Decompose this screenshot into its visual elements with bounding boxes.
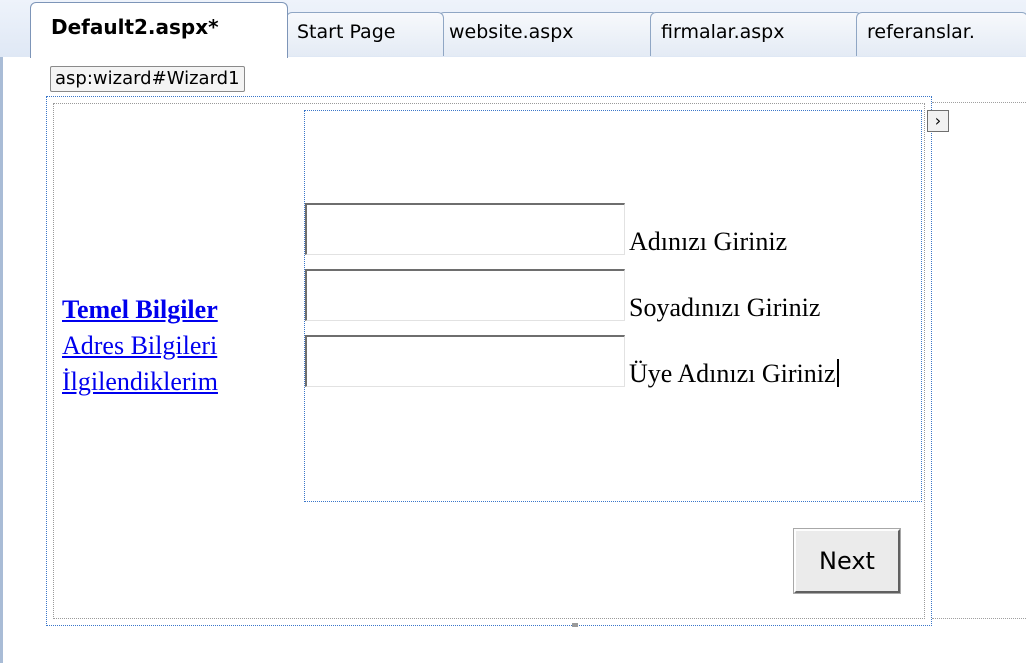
sidebar-link-ilgilendiklerim[interactable]: İlgilendiklerim <box>62 364 218 400</box>
next-button[interactable]: Next <box>793 528 901 594</box>
last-name-input[interactable] <box>305 269 625 321</box>
tab-label: website.aspx <box>449 21 574 43</box>
wizard-guide-line <box>932 102 1026 103</box>
smart-tag-arrow-icon[interactable]: › <box>927 110 949 132</box>
tab-start-page[interactable]: Start Page <box>286 12 444 56</box>
username-label: Üye Adınızı Giriniz <box>629 359 836 388</box>
first-name-label: Adınızı Giriniz <box>629 227 788 256</box>
username-input[interactable] <box>305 335 625 387</box>
tab-label: Default2.aspx* <box>51 15 219 39</box>
tab-website[interactable]: website.aspx <box>438 12 658 56</box>
text-caret <box>836 359 839 387</box>
tab-label: firmalar.aspx <box>661 21 785 43</box>
last-name-label: Soyadınızı Giriniz <box>629 293 821 322</box>
wizard-sidebar: Temel Bilgiler Adres Bilgileri İlgilendi… <box>62 292 218 400</box>
document-tab-strip: website.aspx firmalar.aspx referanslar. … <box>0 0 1026 58</box>
tab-label: referanslar. <box>867 21 975 43</box>
first-name-input[interactable] <box>305 203 625 255</box>
sidebar-link-temel-bilgiler[interactable]: Temel Bilgiler <box>62 292 218 328</box>
tab-firmalar[interactable]: firmalar.aspx <box>650 12 862 56</box>
tab-default2[interactable]: Default2.aspx* <box>30 2 288 58</box>
control-tag[interactable]: asp:wizard#Wizard1 <box>50 66 245 92</box>
username-label-wrap: Üye Adınızı Giriniz <box>629 359 839 389</box>
tab-referanslar[interactable]: referanslar. <box>856 12 1026 56</box>
tab-label: Start Page <box>297 21 396 43</box>
sidebar-link-adres-bilgileri[interactable]: Adres Bilgileri <box>62 328 218 364</box>
wizard-guide-line <box>932 618 1026 619</box>
resize-handle[interactable] <box>572 623 578 627</box>
